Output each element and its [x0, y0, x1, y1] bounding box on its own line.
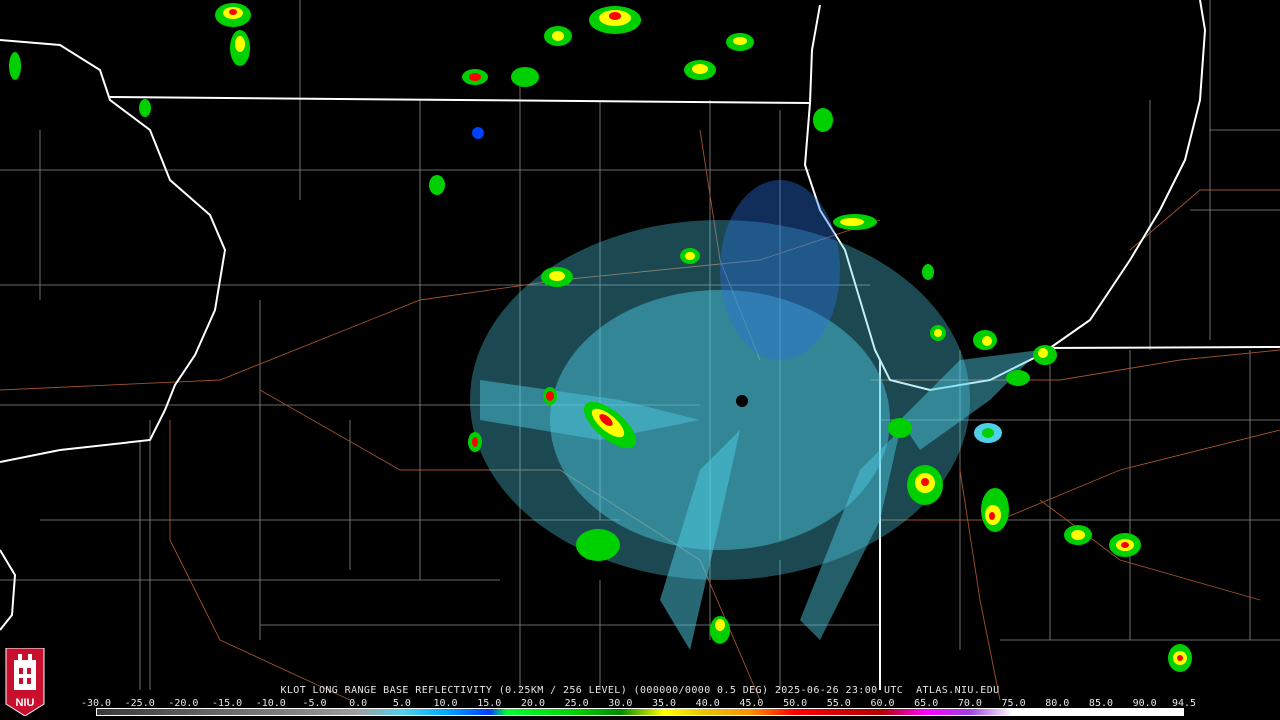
- storm-cell: [543, 387, 557, 405]
- storm-cell: [1006, 370, 1030, 386]
- storm-cell: [9, 52, 21, 80]
- storm-cell: [1168, 644, 1192, 672]
- storm-cell: [726, 33, 754, 51]
- storm-cell: [813, 108, 833, 132]
- storm-cell: [472, 127, 484, 139]
- storm-cell: [833, 214, 877, 230]
- storm-cell: [1033, 345, 1057, 365]
- storm-cell: [1064, 525, 1092, 545]
- storm-cell: [907, 465, 943, 505]
- storm-cell: [462, 69, 488, 85]
- storm-cell: [930, 325, 946, 341]
- storm-cell: [230, 30, 250, 66]
- storm-cell: [511, 67, 539, 87]
- storm-cell: [710, 616, 730, 644]
- storm-cell: [139, 99, 151, 117]
- storm-cell: [589, 6, 641, 34]
- storm-cell: [215, 3, 251, 27]
- storm-cell: [680, 248, 700, 264]
- radar-site-marker: [736, 395, 748, 407]
- radar-map: [0, 0, 1280, 720]
- storm-cell: [973, 330, 997, 350]
- storm-cell: [541, 267, 573, 287]
- storm-cell: [544, 26, 572, 46]
- reflectivity-colorbar: [96, 708, 1184, 716]
- storm-cell: [922, 264, 934, 280]
- storm-cell: [974, 423, 1002, 443]
- storm-cell: [981, 488, 1009, 532]
- storm-cell: [576, 529, 620, 561]
- storm-cell: [1109, 533, 1141, 557]
- storm-cell: [468, 432, 482, 452]
- storm-cell: [888, 418, 912, 438]
- product-caption: KLOT LONG RANGE BASE REFLECTIVITY (0.25K…: [280, 685, 1000, 696]
- storm-cell: [684, 60, 716, 80]
- storm-cell: [429, 175, 445, 195]
